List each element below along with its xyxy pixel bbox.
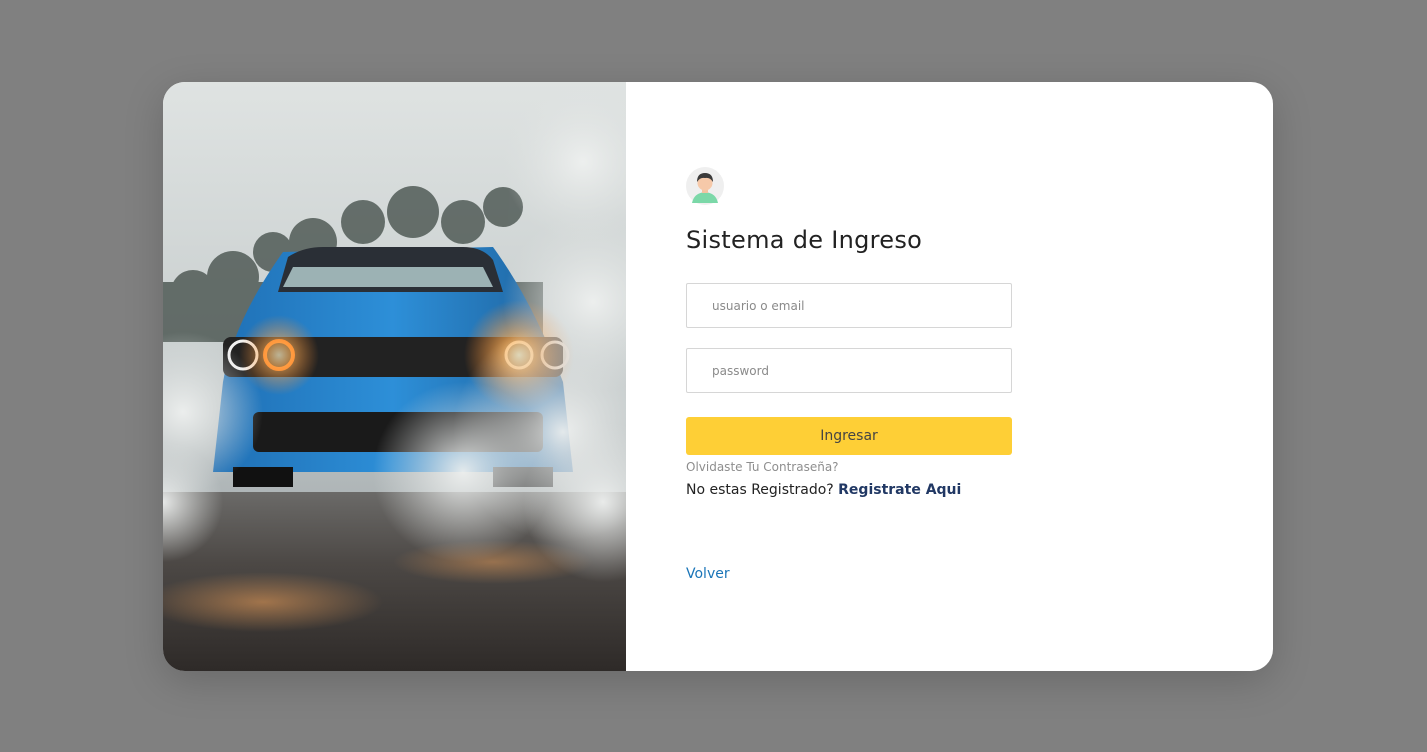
- register-link[interactable]: Registrate Aqui: [838, 482, 961, 498]
- back-link[interactable]: Volver: [686, 566, 730, 582]
- password-field[interactable]: [686, 348, 1012, 393]
- user-avatar-icon: [686, 167, 724, 205]
- login-panel: Sistema de Ingreso Ingresar Olvidaste Tu…: [626, 82, 1273, 671]
- register-line: No estas Registrado? Registrate Aqui: [686, 482, 961, 498]
- login-button[interactable]: Ingresar: [686, 417, 1012, 455]
- register-prompt: No estas Registrado?: [686, 482, 834, 498]
- username-field[interactable]: [686, 283, 1012, 328]
- login-card: Sistema de Ingreso Ingresar Olvidaste Tu…: [163, 82, 1273, 671]
- page-title: Sistema de Ingreso: [686, 226, 923, 254]
- hero-image: [163, 82, 626, 671]
- forgot-password-link[interactable]: Olvidaste Tu Contraseña?: [686, 460, 839, 474]
- car-photo-icon: [163, 82, 626, 671]
